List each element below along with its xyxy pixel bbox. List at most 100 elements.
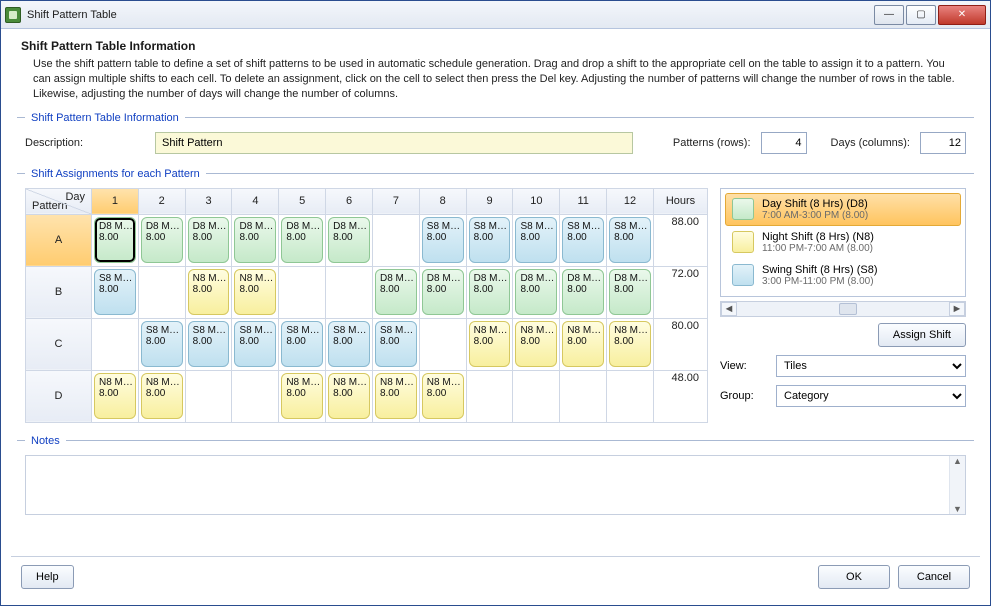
grid-cell[interactable]: N8 M…8.00 — [560, 318, 607, 370]
shift-chip[interactable]: N8 M…8.00 — [609, 321, 651, 367]
grid-cell[interactable]: N8 M…8.00 — [92, 370, 139, 422]
day-header[interactable]: 4 — [232, 188, 279, 214]
shift-chip[interactable]: S8 M…8.00 — [609, 217, 651, 263]
pattern-row-header[interactable]: C — [26, 318, 92, 370]
grid-cell[interactable]: N8 M…8.00 — [279, 370, 326, 422]
shift-chip[interactable]: D8 M…8.00 — [281, 217, 323, 263]
grid-cell[interactable]: D8 M…8.00 — [185, 214, 232, 266]
shift-chip[interactable]: D8 M…8.00 — [469, 269, 511, 315]
scroll-right-icon[interactable]: ► — [949, 302, 965, 316]
grid-cell[interactable]: D8 M…8.00 — [419, 266, 466, 318]
grid-cell[interactable]: D8 M…8.00 — [138, 214, 185, 266]
shift-chip[interactable]: D8 M…8.00 — [375, 269, 417, 315]
shift-chip[interactable]: D8 M…8.00 — [515, 269, 557, 315]
view-select[interactable]: Tiles — [776, 355, 966, 377]
day-header[interactable]: 10 — [513, 188, 560, 214]
grid-cell[interactable]: S8 M…8.00 — [232, 318, 279, 370]
day-header[interactable]: 3 — [185, 188, 232, 214]
shift-chip[interactable]: S8 M…8.00 — [94, 269, 136, 315]
day-header[interactable]: 2 — [138, 188, 185, 214]
day-header[interactable]: 6 — [326, 188, 373, 214]
grid-cell[interactable]: S8 M…8.00 — [279, 318, 326, 370]
shift-chip[interactable]: S8 M…8.00 — [281, 321, 323, 367]
shift-chip[interactable]: D8 M…8.00 — [609, 269, 651, 315]
shift-chip[interactable]: D8 M…8.00 — [188, 217, 230, 263]
grid-cell[interactable]: D8 M…8.00 — [560, 266, 607, 318]
day-header[interactable]: 7 — [372, 188, 419, 214]
shift-chip[interactable]: S8 M…8.00 — [141, 321, 183, 367]
description-input[interactable] — [155, 132, 633, 154]
grid-cell[interactable]: D8 M…8.00 — [92, 214, 139, 266]
close-button[interactable]: ✕ — [938, 5, 986, 25]
grid-cell[interactable]: S8 M…8.00 — [326, 318, 373, 370]
grid-cell[interactable]: D8 M…8.00 — [326, 214, 373, 266]
help-button[interactable]: Help — [21, 565, 74, 589]
grid-cell[interactable]: N8 M…8.00 — [232, 266, 279, 318]
day-header[interactable]: 5 — [279, 188, 326, 214]
grid-cell[interactable]: S8 M…8.00 — [138, 318, 185, 370]
pattern-row-header[interactable]: B — [26, 266, 92, 318]
titlebar[interactable]: Shift Pattern Table — ▢ ✕ — [1, 1, 990, 29]
palette-scrollbar[interactable]: ◄ ► — [720, 301, 966, 317]
grid-cell[interactable]: D8 M…8.00 — [513, 266, 560, 318]
grid-cell[interactable]: N8 M…8.00 — [326, 370, 373, 422]
maximize-button[interactable]: ▢ — [906, 5, 936, 25]
grid-cell[interactable] — [560, 370, 607, 422]
day-header[interactable]: 8 — [419, 188, 466, 214]
grid-cell[interactable] — [232, 370, 279, 422]
shift-chip[interactable]: N8 M…8.00 — [562, 321, 604, 367]
shift-chip[interactable]: N8 M…8.00 — [469, 321, 511, 367]
shift-chip[interactable]: N8 M…8.00 — [422, 373, 464, 419]
grid-cell[interactable] — [185, 370, 232, 422]
grid-cell[interactable]: N8 M…8.00 — [607, 318, 654, 370]
grid-cell[interactable]: N8 M…8.00 — [372, 370, 419, 422]
days-input[interactable] — [920, 132, 966, 154]
group-select[interactable]: Category — [776, 385, 966, 407]
grid-cell[interactable] — [513, 370, 560, 422]
notes-textarea[interactable]: ▲▼ — [25, 455, 966, 515]
pattern-row-header[interactable]: D — [26, 370, 92, 422]
day-header[interactable]: 12 — [607, 188, 654, 214]
day-header[interactable]: 11 — [560, 188, 607, 214]
notes-scrollbar[interactable]: ▲▼ — [949, 456, 965, 514]
minimize-button[interactable]: — — [874, 5, 904, 25]
shift-chip[interactable]: S8 M…8.00 — [375, 321, 417, 367]
grid-cell[interactable]: D8 M…8.00 — [607, 266, 654, 318]
day-header[interactable]: 9 — [466, 188, 513, 214]
grid-cell[interactable] — [419, 318, 466, 370]
grid-cell[interactable]: S8 M…8.00 — [185, 318, 232, 370]
shift-chip[interactable]: S8 M…8.00 — [515, 217, 557, 263]
grid-cell[interactable] — [92, 318, 139, 370]
grid-cell[interactable]: S8 M…8.00 — [419, 214, 466, 266]
shift-chip[interactable]: D8 M…8.00 — [94, 217, 136, 263]
grid-cell[interactable] — [326, 266, 373, 318]
cancel-button[interactable]: Cancel — [898, 565, 970, 589]
shift-chip[interactable]: S8 M…8.00 — [188, 321, 230, 367]
grid-cell[interactable]: D8 M…8.00 — [279, 214, 326, 266]
grid-cell[interactable]: N8 M…8.00 — [419, 370, 466, 422]
grid-cell[interactable]: N8 M…8.00 — [185, 266, 232, 318]
grid-cell[interactable] — [138, 266, 185, 318]
shift-chip[interactable]: D8 M…8.00 — [141, 217, 183, 263]
grid-cell[interactable]: S8 M…8.00 — [466, 214, 513, 266]
scroll-thumb[interactable] — [839, 303, 857, 315]
shift-chip[interactable]: N8 M…8.00 — [375, 373, 417, 419]
shift-chip[interactable]: N8 M…8.00 — [94, 373, 136, 419]
shift-chip[interactable]: S8 M…8.00 — [469, 217, 511, 263]
grid-cell[interactable]: D8 M…8.00 — [466, 266, 513, 318]
pattern-grid[interactable]: DayPattern123456789101112Hours AD8 M…8.0… — [25, 188, 708, 423]
shift-chip[interactable]: D8 M…8.00 — [328, 217, 370, 263]
grid-cell[interactable]: S8 M…8.00 — [372, 318, 419, 370]
shift-chip[interactable]: N8 M…8.00 — [234, 269, 276, 315]
shift-chip[interactable]: S8 M…8.00 — [422, 217, 464, 263]
grid-cell[interactable]: S8 M…8.00 — [92, 266, 139, 318]
shift-chip[interactable]: S8 M…8.00 — [328, 321, 370, 367]
shift-chip[interactable]: S8 M…8.00 — [234, 321, 276, 367]
assign-shift-button[interactable]: Assign Shift — [878, 323, 966, 347]
grid-cell[interactable] — [607, 370, 654, 422]
grid-cell[interactable]: N8 M…8.00 — [466, 318, 513, 370]
palette-item[interactable]: Swing Shift (8 Hrs) (S8)3:00 PM-11:00 PM… — [725, 259, 961, 292]
shift-chip[interactable]: N8 M…8.00 — [141, 373, 183, 419]
grid-cell[interactable]: D8 M…8.00 — [372, 266, 419, 318]
grid-cell[interactable] — [466, 370, 513, 422]
